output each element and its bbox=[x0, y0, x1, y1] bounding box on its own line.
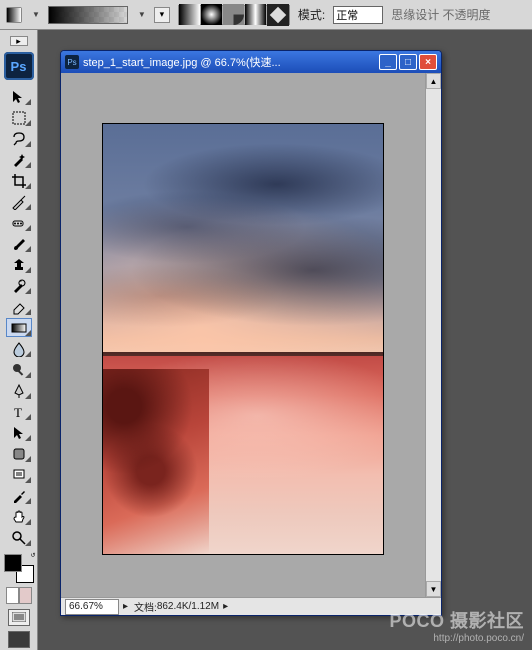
path-select-tool[interactable] bbox=[6, 423, 32, 442]
close-button[interactable]: × bbox=[419, 54, 437, 70]
history-brush-tool[interactable] bbox=[6, 276, 32, 295]
screen-mode-btn[interactable] bbox=[8, 609, 30, 626]
zoom-tool[interactable] bbox=[6, 528, 32, 547]
diamond-gradient-btn[interactable] bbox=[267, 6, 289, 24]
tools-collapse-btn[interactable]: ▸ bbox=[10, 36, 28, 46]
hand-tool[interactable] bbox=[6, 507, 32, 526]
gradient-tool[interactable] bbox=[6, 318, 32, 337]
marquee-tool[interactable] bbox=[6, 108, 32, 127]
angle-gradient-btn[interactable] bbox=[223, 6, 245, 24]
opacity-label: 思缘设计 不透明度 bbox=[391, 6, 490, 23]
maximize-button[interactable]: □ bbox=[399, 54, 417, 70]
options-bar: ▼ ▼ ▾ 模式: 正常 思缘设计 不透明度 bbox=[0, 0, 532, 30]
move-tool[interactable] bbox=[6, 87, 32, 106]
scroll-track[interactable] bbox=[426, 89, 441, 581]
watermark-line2: http://photo.poco.cn/ bbox=[389, 633, 524, 644]
reflected-gradient-btn[interactable] bbox=[245, 6, 267, 24]
photo-canvas[interactable] bbox=[103, 124, 383, 554]
swap-colors-icon[interactable]: ↺ bbox=[30, 552, 35, 559]
tools-panel: ▸ Ps T ↺ bbox=[0, 30, 38, 650]
edit-mode-toggle[interactable] bbox=[6, 587, 32, 604]
scroll-down-btn[interactable]: ▼ bbox=[426, 581, 441, 597]
photoshop-doc-icon: Ps bbox=[65, 55, 79, 69]
photoshop-logo: Ps bbox=[4, 52, 34, 80]
watermark: POCO 摄影社区 http://photo.poco.cn/ bbox=[389, 607, 524, 644]
canvas-area: Ps step_1_start_image.jpg @ 66.7%(快速... … bbox=[38, 30, 532, 650]
eyedropper-tool[interactable] bbox=[6, 486, 32, 505]
doc-size-value: 862.4K/1.12M bbox=[157, 601, 219, 612]
doc-size-label: 文档: bbox=[134, 599, 157, 614]
vertical-scrollbar[interactable]: ▲ ▼ bbox=[425, 73, 441, 597]
clone-stamp-tool[interactable] bbox=[6, 255, 32, 274]
svg-text:T: T bbox=[14, 405, 22, 420]
gradient-type-group bbox=[178, 5, 290, 25]
blur-tool[interactable] bbox=[6, 339, 32, 358]
dodge-tool[interactable] bbox=[6, 360, 32, 379]
linear-gradient-btn[interactable] bbox=[179, 6, 201, 24]
pen-tool[interactable] bbox=[6, 381, 32, 400]
shape-tool[interactable] bbox=[6, 444, 32, 463]
workspace: ▸ Ps T ↺ bbox=[0, 30, 532, 650]
document-window: Ps step_1_start_image.jpg @ 66.7%(快速... … bbox=[60, 50, 442, 616]
color-swatches[interactable]: ↺ bbox=[4, 554, 34, 582]
full-screen-btn[interactable] bbox=[8, 631, 30, 648]
slice-tool[interactable] bbox=[6, 192, 32, 211]
chevron-down-icon: ▼ bbox=[138, 10, 146, 19]
mode-label: 模式: bbox=[298, 6, 325, 23]
zoom-level-field[interactable]: 66.67% bbox=[65, 599, 119, 615]
status-bar: 66.67% ▸ 文档: 862.4K/1.12M ▸ bbox=[61, 597, 441, 615]
eraser-tool[interactable] bbox=[6, 297, 32, 316]
chevron-right-icon[interactable]: ▸ bbox=[223, 601, 228, 612]
blend-mode-select[interactable]: 正常 bbox=[333, 6, 383, 24]
chevron-right-icon[interactable]: ▸ bbox=[123, 601, 128, 612]
scroll-up-btn[interactable]: ▲ bbox=[426, 73, 441, 89]
window-titlebar[interactable]: Ps step_1_start_image.jpg @ 66.7%(快速... … bbox=[61, 51, 441, 73]
brush-tool[interactable] bbox=[6, 234, 32, 253]
spot-heal-tool[interactable] bbox=[6, 213, 32, 232]
document-body: ▲ ▼ bbox=[61, 73, 441, 597]
minimize-button[interactable]: _ bbox=[379, 54, 397, 70]
tool-preset-picker[interactable] bbox=[6, 7, 22, 23]
gradient-preview[interactable] bbox=[48, 6, 128, 24]
chevron-down-icon: ▼ bbox=[32, 10, 40, 19]
watermark-line1: POCO 摄影社区 bbox=[389, 607, 524, 633]
window-title: step_1_start_image.jpg @ 66.7%(快速... bbox=[83, 54, 379, 70]
magic-wand-tool[interactable] bbox=[6, 150, 32, 169]
crop-tool[interactable] bbox=[6, 171, 32, 190]
lasso-tool[interactable] bbox=[6, 129, 32, 148]
rocks-region bbox=[103, 369, 209, 554]
foreground-color[interactable] bbox=[4, 554, 22, 572]
gradient-icon bbox=[7, 8, 21, 22]
type-tool[interactable]: T bbox=[6, 402, 32, 421]
radial-gradient-btn[interactable] bbox=[201, 6, 223, 24]
notes-tool[interactable] bbox=[6, 465, 32, 484]
gradient-editor-toggle[interactable]: ▾ bbox=[154, 7, 170, 23]
image-viewport[interactable] bbox=[61, 73, 425, 597]
